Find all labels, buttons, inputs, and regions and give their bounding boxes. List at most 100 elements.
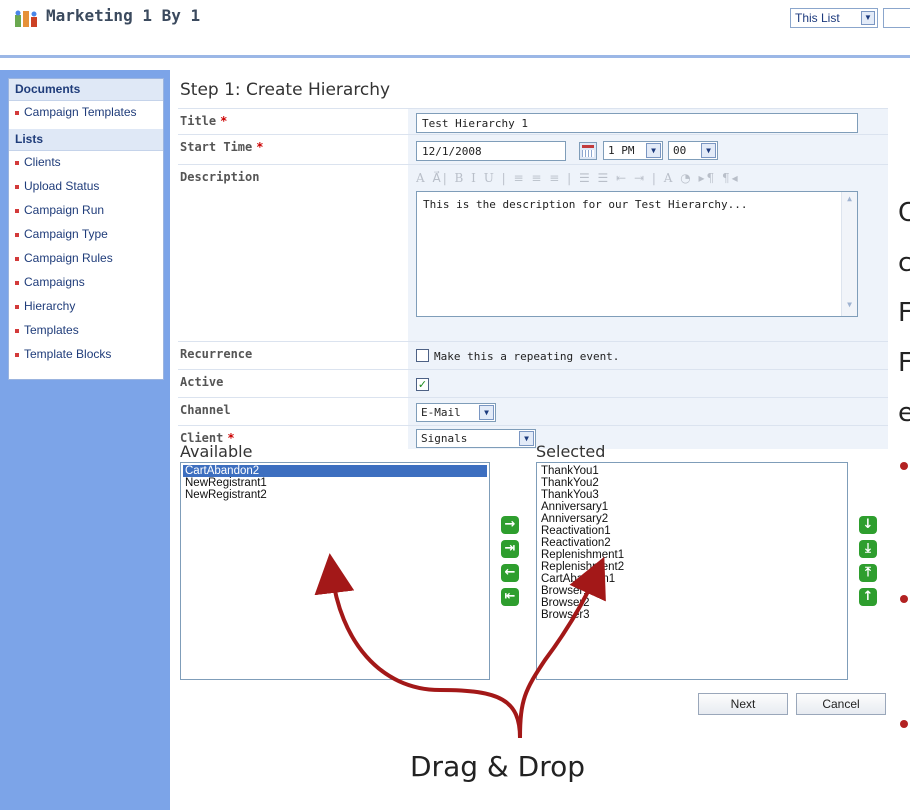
- drag-drop-callout: Drag & Drop: [410, 750, 585, 783]
- scrollbar[interactable]: ▲ ▼: [841, 192, 857, 316]
- channel-select[interactable]: E-Mail ▼: [416, 403, 496, 422]
- quicklaunch-heading-lists[interactable]: Lists: [9, 129, 163, 151]
- site-title[interactable]: Marketing 1 By 1: [46, 6, 200, 25]
- client-value: Signals: [421, 432, 468, 445]
- quicklaunch-heading-documents[interactable]: Documents: [9, 79, 163, 101]
- list-item[interactable]: ThankYou1: [539, 465, 845, 477]
- start-hour-value: 1 PM: [608, 144, 635, 157]
- cutoff-text: C: [898, 198, 910, 228]
- search-input[interactable]: [883, 8, 910, 28]
- move-left-icon[interactable]: ←: [501, 564, 519, 582]
- list-item[interactable]: Browser1: [539, 585, 845, 597]
- description-row: Description A A⃗| B I U | ≡ ≡ ≡ | ☰ ☰ ⇤ …: [178, 164, 888, 341]
- list-item[interactable]: Anniversary1: [539, 501, 845, 513]
- chevron-down-icon: ▼: [861, 11, 875, 25]
- bullet-icon: [15, 184, 19, 189]
- move-all-right-icon[interactable]: ⇥: [501, 540, 519, 558]
- sidebar-item-label: Campaign Rules: [24, 251, 113, 265]
- bullet-icon: [15, 208, 19, 213]
- start-hour-select[interactable]: 1 PM ▼: [603, 141, 663, 160]
- move-up-icon[interactable]: ↑: [859, 588, 877, 606]
- list-item[interactable]: ThankYou3: [539, 489, 845, 501]
- bullet-icon: [900, 462, 908, 470]
- description-editor[interactable]: This is the description for our Test Hie…: [416, 191, 858, 317]
- sidebar-item-templates[interactable]: Templates: [9, 319, 163, 343]
- selected-listbox[interactable]: ThankYou1 ThankYou2 ThankYou3 Anniversar…: [536, 462, 848, 680]
- bullet-icon: [900, 720, 908, 728]
- sidebar-item-clients[interactable]: Clients: [9, 151, 163, 175]
- bullet-icon: [15, 280, 19, 285]
- recurrence-row: Recurrence Make this a repeating event.: [178, 341, 888, 369]
- site-header: Marketing 1 By 1 This List ▼: [0, 0, 910, 58]
- sidebar-item-campaign-rules[interactable]: Campaign Rules: [9, 247, 163, 271]
- sidebar-item-label: Upload Status: [24, 179, 100, 193]
- client-row: Client * Signals ▼: [178, 425, 888, 449]
- channel-label: Channel: [178, 398, 408, 425]
- available-title: Available: [180, 442, 253, 461]
- list-item[interactable]: Reactivation2: [539, 537, 845, 549]
- active-label: Active: [178, 370, 408, 397]
- scroll-down-icon[interactable]: ▼: [843, 300, 856, 314]
- list-item[interactable]: Replenishment2: [539, 561, 845, 573]
- sidebar-item-campaign-run[interactable]: Campaign Run: [9, 199, 163, 223]
- bullet-icon: [15, 256, 19, 261]
- sidebar-item-hierarchy[interactable]: Hierarchy: [9, 295, 163, 319]
- client-select[interactable]: Signals ▼: [416, 429, 536, 448]
- title-field[interactable]: Test Hierarchy 1: [416, 113, 858, 133]
- search-scope-value: This List: [795, 11, 840, 25]
- sidebar-item-campaigns[interactable]: Campaigns: [9, 271, 163, 295]
- title-row: Title * Test Hierarchy 1: [178, 108, 888, 134]
- list-item[interactable]: CartAbandon2: [183, 465, 487, 477]
- list-item[interactable]: Browser2: [539, 597, 845, 609]
- next-button[interactable]: Next: [698, 693, 788, 715]
- quick-launch-sidebar: Documents Campaign Templates Lists Clien…: [0, 70, 170, 810]
- calendar-icon[interactable]: [579, 142, 597, 160]
- sidebar-item-label: Hierarchy: [24, 299, 76, 313]
- sidebar-item-label: Templates: [24, 323, 79, 337]
- list-item[interactable]: CartAbandon1: [539, 573, 845, 585]
- available-listbox[interactable]: CartAbandon2 NewRegistrant1 NewRegistran…: [180, 462, 490, 680]
- description-label: Description: [178, 165, 408, 341]
- recurrence-text: Make this a repeating event.: [434, 350, 620, 363]
- list-item[interactable]: NewRegistrant2: [183, 489, 487, 501]
- move-to-top-icon[interactable]: ⤒: [859, 564, 877, 582]
- bullet-icon: [15, 160, 19, 165]
- sidebar-item-upload-status[interactable]: Upload Status: [9, 175, 163, 199]
- move-all-left-icon[interactable]: ⇤: [501, 588, 519, 606]
- active-checkbox[interactable]: ✓: [416, 378, 429, 391]
- move-to-bottom-icon[interactable]: ⤓: [859, 540, 877, 558]
- recurrence-checkbox[interactable]: [416, 349, 429, 362]
- list-item[interactable]: Reactivation1: [539, 525, 845, 537]
- page-title: Step 1: Create Hierarchy: [180, 80, 391, 100]
- sidebar-item-campaign-templates[interactable]: Campaign Templates: [9, 101, 163, 125]
- quick-launch-panel: Documents Campaign Templates Lists Clien…: [8, 78, 164, 380]
- sidebar-item-campaign-type[interactable]: Campaign Type: [9, 223, 163, 247]
- start-minute-select[interactable]: 00 ▼: [668, 141, 718, 160]
- rich-text-toolbar: A A⃗| B I U | ≡ ≡ ≡ | ☰ ☰ ⇤ ⇥ | A ◔ ▸¶ ¶…: [416, 171, 740, 185]
- start-time-label: Start Time *: [178, 135, 408, 164]
- move-right-icon[interactable]: →: [501, 516, 519, 534]
- bullet-icon: [15, 232, 19, 237]
- list-item[interactable]: ThankYou2: [539, 477, 845, 489]
- chevron-down-icon: ▼: [519, 431, 534, 446]
- sidebar-item-label: Clients: [24, 155, 61, 169]
- list-item[interactable]: Browser3: [539, 609, 845, 621]
- list-item[interactable]: Replenishment1: [539, 549, 845, 561]
- scroll-up-icon[interactable]: ▲: [843, 194, 856, 208]
- list-item[interactable]: NewRegistrant1: [183, 477, 487, 489]
- cancel-button[interactable]: Cancel: [796, 693, 886, 715]
- cutoff-text: c: [898, 248, 910, 278]
- move-down-icon[interactable]: ↓: [859, 516, 877, 534]
- sidebar-item-label: Template Blocks: [24, 347, 112, 361]
- list-item[interactable]: Anniversary2: [539, 513, 845, 525]
- bullet-icon: [15, 328, 19, 333]
- sidebar-item-label: Campaign Type: [24, 227, 108, 241]
- recurrence-label: Recurrence: [178, 342, 408, 369]
- chevron-down-icon: ▼: [479, 405, 494, 420]
- channel-value: E-Mail: [421, 406, 461, 419]
- start-date-field[interactable]: 12/1/2008: [416, 141, 566, 161]
- bullet-icon: [15, 352, 19, 357]
- sidebar-item-template-blocks[interactable]: Template Blocks: [9, 343, 163, 367]
- chevron-down-icon: ▼: [701, 143, 716, 158]
- search-scope-select[interactable]: This List ▼: [790, 8, 878, 28]
